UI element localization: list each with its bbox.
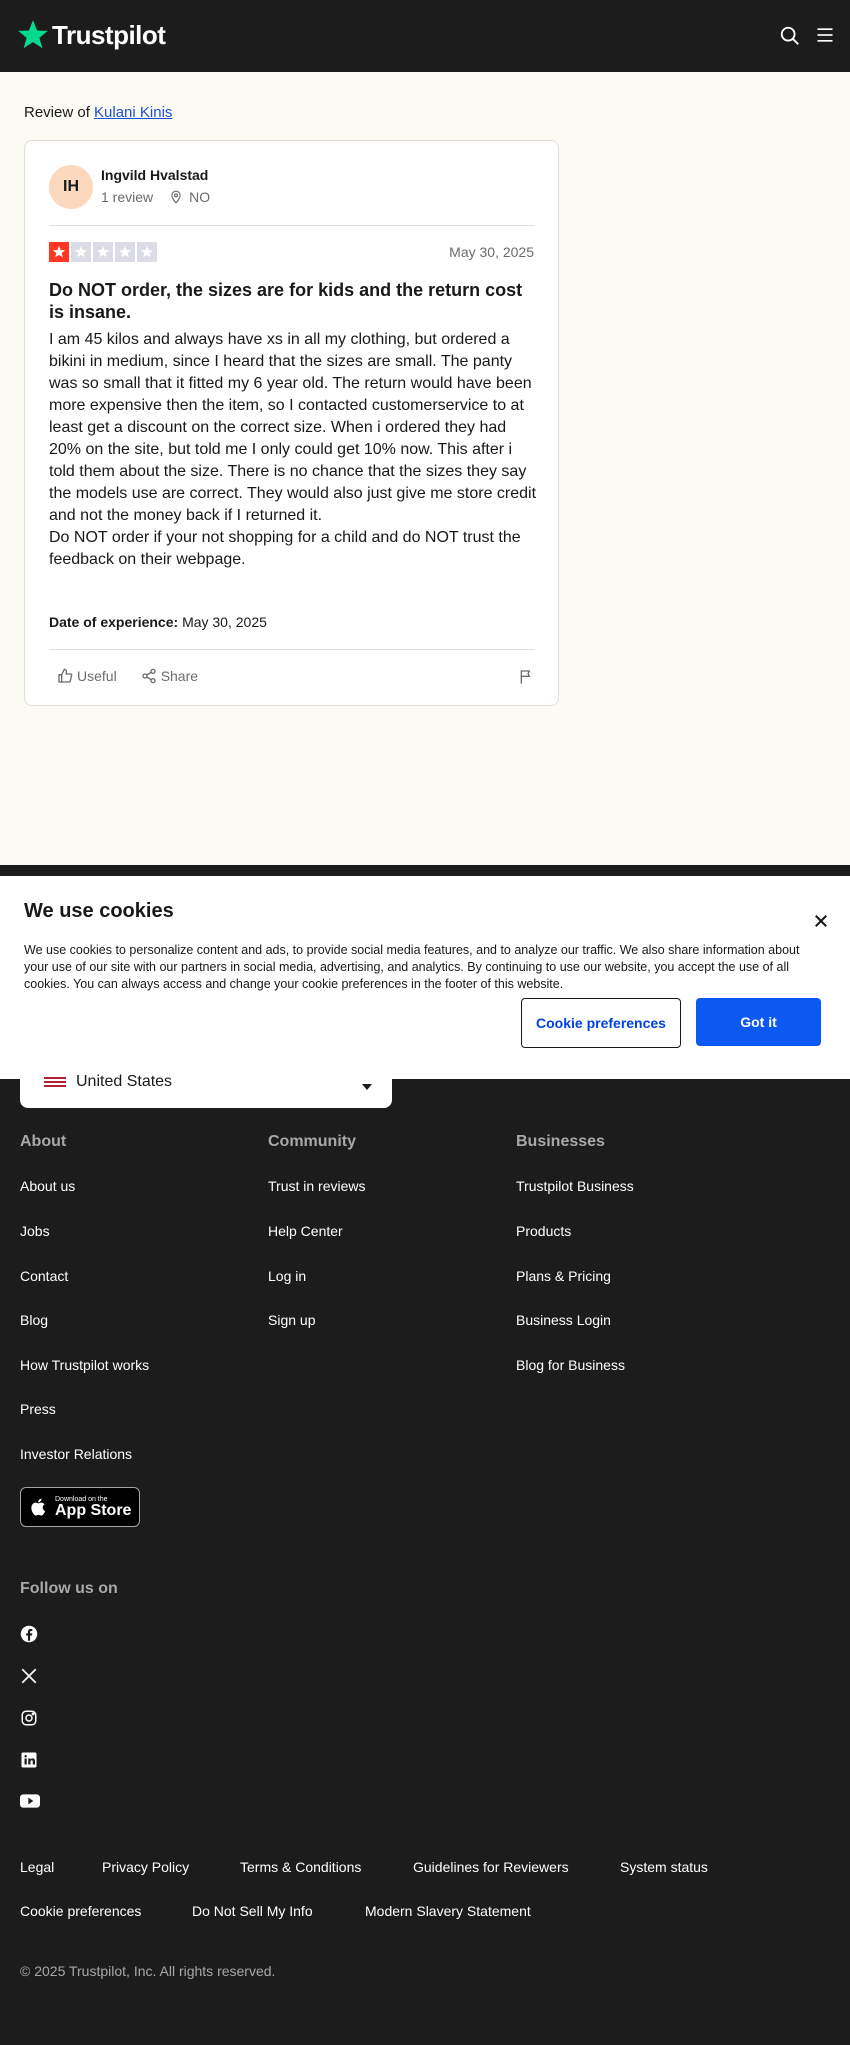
brand-name: Trustpilot	[52, 19, 166, 50]
footer-link[interactable]: Investor Relations	[20, 1446, 132, 1462]
reviewer-meta: 1 review NO	[101, 189, 210, 205]
app-store-badge[interactable]: Download on the App Store	[20, 1487, 140, 1527]
site-header: Trustpilot	[0, 0, 850, 72]
footer-link[interactable]: Sign up	[268, 1312, 315, 1328]
date-of-experience: Date of experience: May 30, 2025	[49, 614, 267, 630]
footer-link[interactable]: Trustpilot Business	[516, 1178, 634, 1194]
star-empty-icon	[71, 242, 91, 262]
search-icon[interactable]	[779, 25, 801, 52]
business-link[interactable]: Kulani Kinis	[94, 104, 172, 121]
footer-top-strip	[0, 865, 850, 876]
footer-link[interactable]: Help Center	[268, 1223, 343, 1239]
footer-link[interactable]: Press	[20, 1401, 56, 1417]
footer-heading-community: Community	[268, 1133, 356, 1150]
legal-link[interactable]: Privacy Policy	[102, 1859, 189, 1875]
review-count: 1 review	[101, 189, 154, 205]
review-title[interactable]: Do NOT order, the sizes are for kids and…	[49, 279, 539, 323]
app-store-big-text: App Store	[55, 1501, 132, 1519]
footer-link[interactable]: About us	[20, 1178, 75, 1194]
star-filled-icon	[49, 242, 69, 262]
footer-link[interactable]: Blog	[20, 1312, 48, 1328]
review-of-prefix: Review of	[24, 104, 90, 121]
footer-link[interactable]: Products	[516, 1223, 571, 1239]
chevron-down-icon	[362, 1078, 372, 1096]
close-icon[interactable]	[814, 914, 828, 933]
star-empty-icon	[115, 242, 135, 262]
share-icon	[142, 668, 156, 684]
footer-link[interactable]: Log in	[268, 1268, 306, 1284]
legal-link[interactable]: Guidelines for Reviewers	[413, 1859, 569, 1875]
review-paragraph: Do NOT order if your not shopping for a …	[49, 529, 521, 568]
legal-link[interactable]: Modern Slavery Statement	[365, 1903, 531, 1919]
footer-heading-about: About	[20, 1133, 67, 1150]
footer-link[interactable]: Business Login	[516, 1312, 611, 1328]
footer-link[interactable]: Contact	[20, 1268, 68, 1284]
experience-date: May 30, 2025	[182, 614, 267, 630]
reviewer-country: NO	[189, 189, 211, 205]
got-it-button[interactable]: Got it	[696, 998, 821, 1046]
thumbs-up-icon	[58, 668, 73, 683]
review-body: I am 45 kilos and always have xs in all …	[49, 329, 539, 571]
country-selector[interactable]: United States	[20, 1065, 392, 1108]
country-name: United States	[76, 1073, 173, 1090]
footer-link[interactable]: Blog for Business	[516, 1357, 625, 1373]
star-empty-icon	[137, 242, 157, 262]
linkedin-icon[interactable]	[20, 1751, 38, 1774]
reviewer-name[interactable]: Ingvild Hvalstad	[101, 167, 208, 183]
main-content: Review of Kulani Kinis IH Ingvild Hvalst…	[0, 72, 850, 865]
legal-link[interactable]: Legal	[20, 1859, 54, 1875]
review-paragraph: I am 45 kilos and always have xs in all …	[49, 331, 537, 524]
trustpilot-logo[interactable]: Trustpilot	[16, 18, 166, 52]
avatar[interactable]: IH	[49, 165, 93, 209]
star-rating	[49, 242, 157, 262]
useful-button[interactable]: Useful	[57, 668, 117, 684]
flag-icon[interactable]	[518, 668, 534, 691]
legal-link[interactable]: Do Not Sell My Info	[192, 1903, 313, 1919]
review-card: IH Ingvild Hvalstad 1 review NO May 30, …	[24, 140, 559, 706]
footer-link[interactable]: How Trustpilot works	[20, 1357, 149, 1373]
legal-link[interactable]: Cookie preferences	[20, 1903, 141, 1919]
menu-icon[interactable]	[815, 25, 835, 50]
youtube-icon[interactable]	[20, 1793, 40, 1814]
footer-link[interactable]: Jobs	[20, 1223, 50, 1239]
experience-label: Date of experience:	[49, 614, 179, 630]
location-pin-icon	[169, 189, 183, 205]
review-of-line: Review of Kulani Kinis	[24, 104, 172, 121]
x-icon[interactable]	[20, 1667, 38, 1690]
facebook-icon[interactable]	[20, 1625, 38, 1648]
star-empty-icon	[93, 242, 113, 262]
follow-heading: Follow us on	[20, 1580, 118, 1597]
copyright: © 2025 Trustpilot, Inc. All rights reser…	[20, 1963, 276, 1979]
review-actions: Useful Share	[57, 668, 222, 684]
footer-link[interactable]: Plans & Pricing	[516, 1268, 611, 1284]
useful-label: Useful	[77, 668, 117, 684]
divider	[49, 649, 535, 650]
apple-icon	[31, 1498, 46, 1516]
trustpilot-star-icon	[18, 20, 48, 49]
us-flag-icon	[44, 1077, 66, 1087]
cookie-text: We use cookies to personalize content an…	[24, 943, 800, 991]
footer-heading-businesses: Businesses	[516, 1133, 605, 1150]
review-date: May 30, 2025	[449, 244, 534, 260]
cookie-banner: We use cookies We use cookies to persona…	[0, 876, 850, 1079]
legal-link[interactable]: System status	[620, 1859, 708, 1875]
share-label: Share	[160, 668, 199, 684]
legal-link[interactable]: Terms & Conditions	[240, 1859, 361, 1875]
instagram-icon[interactable]	[20, 1709, 38, 1732]
cookie-preferences-button[interactable]: Cookie preferences	[521, 998, 681, 1048]
footer-link[interactable]: Trust in reviews	[268, 1178, 366, 1194]
divider	[49, 225, 535, 226]
share-button[interactable]: Share	[141, 668, 198, 684]
cookie-title: We use cookies	[24, 900, 174, 922]
